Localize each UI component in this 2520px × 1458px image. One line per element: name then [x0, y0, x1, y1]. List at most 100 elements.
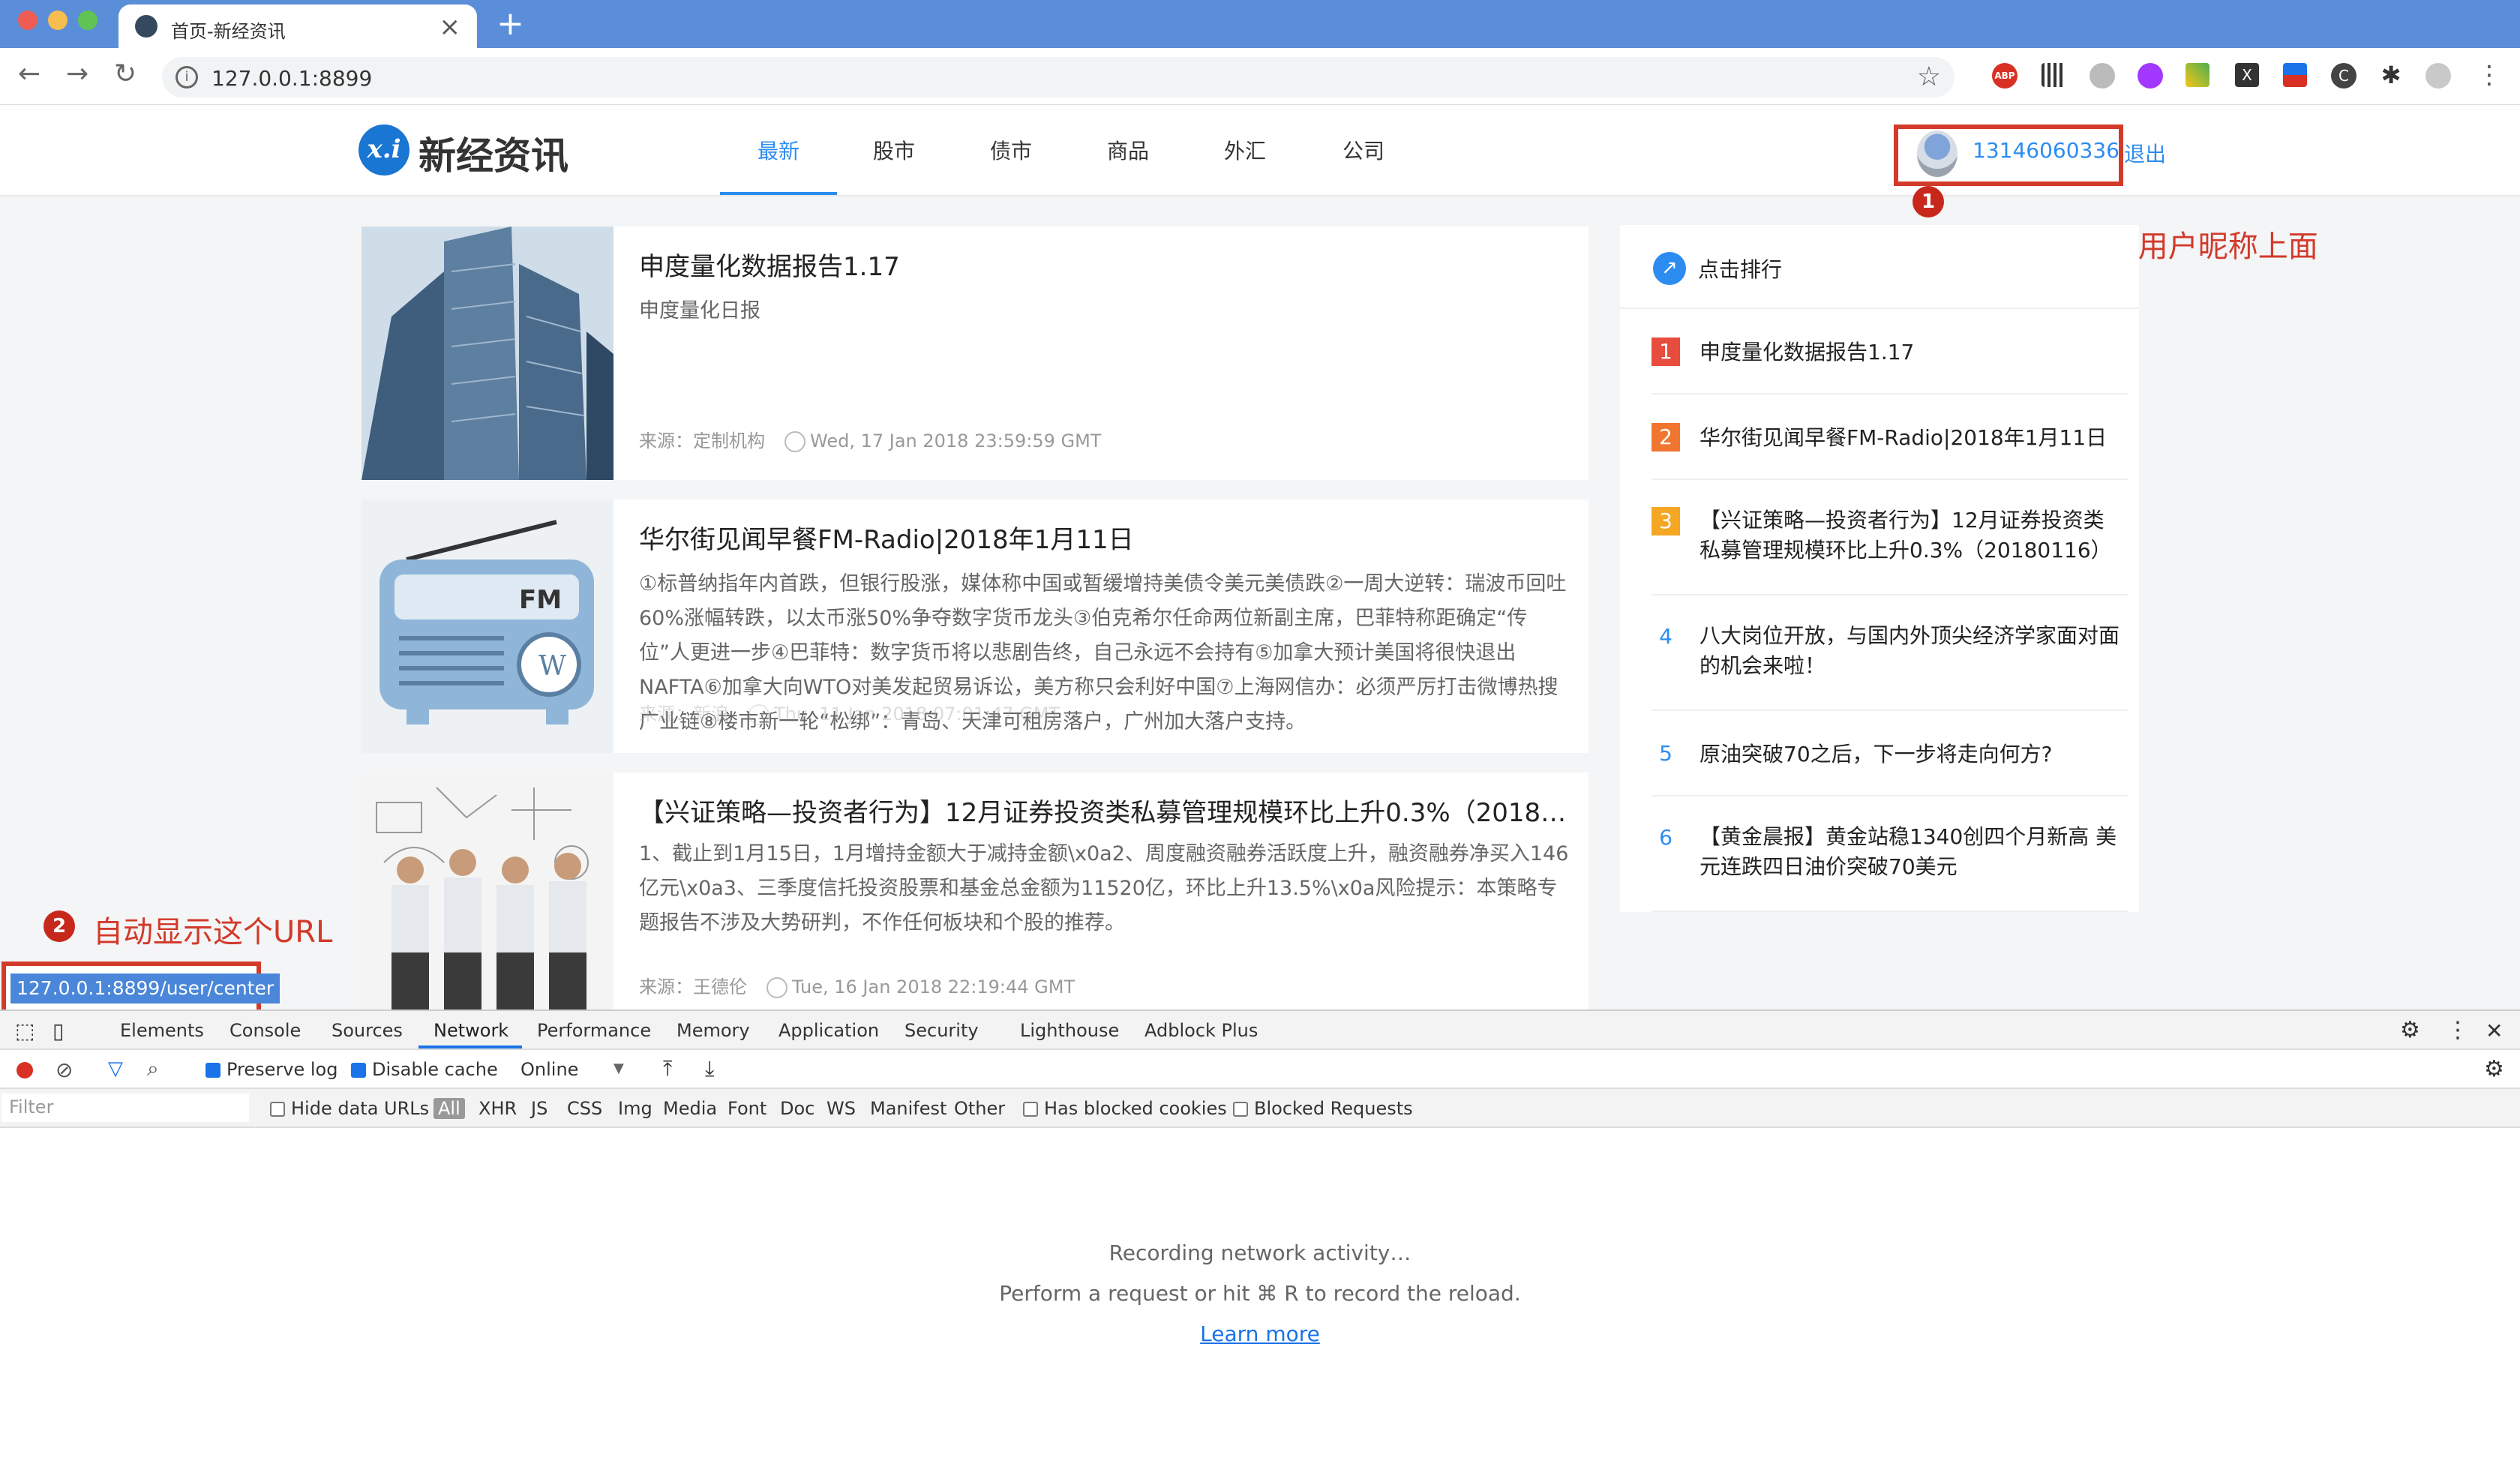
nav-commodities[interactable]: 商品	[1107, 135, 1149, 165]
devtools-tab-adblock[interactable]: Adblock Plus	[1144, 1020, 1258, 1041]
filter-font[interactable]: Font	[728, 1098, 766, 1119]
filter-css[interactable]: CSS	[567, 1098, 602, 1119]
nav-stocks[interactable]: 股市	[873, 135, 915, 165]
profile-avatar-icon[interactable]	[2426, 63, 2451, 88]
devtools-close-icon[interactable]: ✕	[2486, 1018, 2503, 1043]
ranking-item[interactable]: 1 申度量化数据报告1.17	[1652, 309, 2128, 394]
news-item[interactable]: 【兴证策略—投资者行为】12月证券投资类私募管理规模环比上升0.3%（20180…	[362, 772, 1588, 1010]
ranking-item[interactable]: 3 【兴证策略—投资者行为】12月证券投资类私募管理规模环比上升0.3%（201…	[1652, 480, 2128, 596]
news-thumbnail[interactable]: FM W	[362, 500, 614, 753]
purple-extension-icon[interactable]	[2138, 63, 2163, 88]
disable-cache-checkbox[interactable]: Disable cache	[351, 1059, 498, 1080]
import-har-icon[interactable]: ⤒	[663, 1056, 672, 1082]
learn-more-link[interactable]: Learn more	[1200, 1322, 1320, 1346]
rank-text[interactable]: 八大岗位开放，与国内外顶尖经济学家面对面的机会来啦！	[1700, 621, 2120, 681]
user-avatar[interactable]	[1917, 130, 1958, 177]
export-har-icon[interactable]: ⤓	[705, 1056, 714, 1082]
logo-icon[interactable]: x.i	[358, 124, 410, 176]
filter-media[interactable]: Media	[663, 1098, 717, 1119]
filter-input[interactable]: Filter	[2, 1094, 249, 1122]
browser-tab[interactable]: 首页-新经资讯 ×	[118, 4, 477, 48]
rank-text[interactable]: 【兴证策略—投资者行为】12月证券投资类私募管理规模环比上升0.3%（20180…	[1700, 506, 2120, 566]
ranking-item[interactable]: 4 八大岗位开放，与国内外顶尖经济学家面对面的机会来啦！	[1652, 596, 2128, 711]
checkbox-unchecked-icon[interactable]	[1233, 1102, 1248, 1117]
devtools-tab-network[interactable]: Network	[434, 1020, 508, 1041]
address-url[interactable]: 127.0.0.1:8899	[212, 66, 372, 91]
devtools-tab-elements[interactable]: Elements	[120, 1020, 204, 1041]
rank-text[interactable]: 华尔街见闻早餐FM-Radio|2018年1月11日	[1700, 423, 2120, 453]
news-item[interactable]: FM W 华尔街见闻早餐FM-Radio|2018年1月11日 ①标普纳指年内首…	[362, 500, 1588, 753]
filter-doc[interactable]: Doc	[780, 1098, 814, 1119]
devtools-tab-console[interactable]: Console	[230, 1020, 301, 1041]
device-toggle-icon[interactable]: ▯	[52, 1018, 64, 1043]
filter-xhr[interactable]: XHR	[478, 1098, 517, 1119]
adblock-extension-icon[interactable]: ABP	[1992, 63, 2018, 88]
blocked-requests-checkbox[interactable]: Blocked Requests	[1233, 1098, 1413, 1119]
clear-icon[interactable]: ⊘	[56, 1058, 73, 1082]
nav-company[interactable]: 公司	[1342, 135, 1384, 165]
back-button[interactable]: ←	[18, 58, 40, 89]
filter-img[interactable]: Img	[618, 1098, 652, 1119]
forward-button[interactable]: →	[66, 58, 88, 89]
checkbox-unchecked-icon[interactable]	[270, 1102, 285, 1117]
nav-bonds[interactable]: 债市	[990, 135, 1032, 165]
network-settings-icon[interactable]: ⚙	[2484, 1056, 2504, 1082]
news-item[interactable]: 申度量化数据报告1.17 申度量化日报 来源：定制机构 Wed, 17 Jan 2…	[362, 226, 1588, 480]
filter-js[interactable]: JS	[531, 1098, 548, 1119]
close-window-button[interactable]	[18, 10, 38, 30]
rank-text[interactable]: 申度量化数据报告1.17	[1700, 338, 2120, 368]
tab-close-icon[interactable]: ×	[440, 12, 461, 42]
bookmark-star-icon[interactable]: ☆	[1917, 62, 1941, 92]
news-thumbnail[interactable]	[362, 226, 614, 480]
filter-all[interactable]: All	[434, 1098, 465, 1119]
filter-ws[interactable]: WS	[826, 1098, 856, 1119]
reload-button[interactable]: ↻	[114, 58, 136, 89]
has-blocked-cookies-checkbox[interactable]: Has blocked cookies	[1023, 1098, 1227, 1119]
checkbox-checked-icon[interactable]	[206, 1063, 220, 1078]
hide-data-urls-checkbox[interactable]: Hide data URLs	[270, 1098, 429, 1119]
devtools-settings-icon[interactable]: ⚙	[2400, 1017, 2420, 1043]
search-icon[interactable]: ⌕	[147, 1056, 159, 1082]
devtools-tab-sources[interactable]: Sources	[332, 1020, 403, 1041]
rank-text[interactable]: 【黄金晨报】黄金站稳1340创四个月新高 美元连跌四日油价突破70美元	[1700, 822, 2120, 882]
devtools-more-icon[interactable]: ⋮	[2446, 1017, 2469, 1043]
translate-extension-icon[interactable]	[2090, 63, 2115, 88]
browser-menu-icon[interactable]: ⋮	[2476, 60, 2502, 90]
x-extension-icon[interactable]: X	[2235, 63, 2259, 87]
ranking-item[interactable]: 5 原油突破70之后，下一步将走向何方?	[1652, 711, 2128, 796]
filter-manifest[interactable]: Manifest	[870, 1098, 946, 1119]
devtools-tab-lighthouse[interactable]: Lighthouse	[1020, 1020, 1119, 1041]
ranking-item[interactable]: 6 【黄金晨报】黄金站稳1340创四个月新高 美元连跌四日油价突破70美元	[1652, 796, 2128, 912]
flag-extension-icon[interactable]	[2283, 63, 2307, 87]
logo-text[interactable]: 新经资讯	[418, 126, 568, 180]
maximize-window-button[interactable]	[78, 10, 98, 30]
dropdown-arrow-icon[interactable]: ▼	[614, 1060, 624, 1076]
throttling-select[interactable]: Online	[520, 1059, 578, 1080]
devtools-tab-application[interactable]: Application	[778, 1020, 879, 1041]
new-tab-button[interactable]: +	[496, 4, 524, 43]
rank-text[interactable]: 原油突破70之后，下一步将走向何方?	[1700, 740, 2120, 770]
news-thumbnail[interactable]	[362, 772, 614, 1010]
preserve-log-checkbox[interactable]: Preserve log	[206, 1059, 338, 1080]
username-link[interactable]: 13146060336	[1972, 138, 2120, 163]
qr-code-extension-icon[interactable]	[2042, 63, 2066, 87]
nav-latest[interactable]: 最新	[758, 135, 800, 165]
news-title[interactable]: 华尔街见闻早餐FM-Radio|2018年1月11日	[639, 519, 1569, 556]
info-icon[interactable]: i	[176, 66, 198, 88]
puzzle-extensions-icon[interactable]: ✱	[2379, 63, 2403, 87]
address-bar[interactable]: i 127.0.0.1:8899 ☆	[162, 57, 1954, 98]
devtools-tab-memory[interactable]: Memory	[676, 1020, 750, 1041]
logout-link[interactable]: 退出	[2124, 138, 2166, 168]
news-title[interactable]: 【兴证策略—投资者行为】12月证券投资类私募管理规模环比上升0.3%（20180…	[639, 792, 1569, 829]
c-extension-icon[interactable]: C	[2331, 63, 2356, 88]
filter-icon[interactable]: ▽	[108, 1058, 123, 1080]
bolt-extension-icon[interactable]	[2186, 63, 2210, 87]
devtools-tab-security[interactable]: Security	[904, 1020, 979, 1041]
checkbox-checked-icon[interactable]	[351, 1063, 366, 1078]
record-button[interactable]	[16, 1062, 33, 1078]
checkbox-unchecked-icon[interactable]	[1023, 1102, 1038, 1117]
filter-other[interactable]: Other	[954, 1098, 1005, 1119]
inspect-element-icon[interactable]: ⬚	[15, 1018, 34, 1043]
devtools-tab-performance[interactable]: Performance	[537, 1020, 651, 1041]
news-title[interactable]: 申度量化数据报告1.17	[639, 246, 1569, 283]
